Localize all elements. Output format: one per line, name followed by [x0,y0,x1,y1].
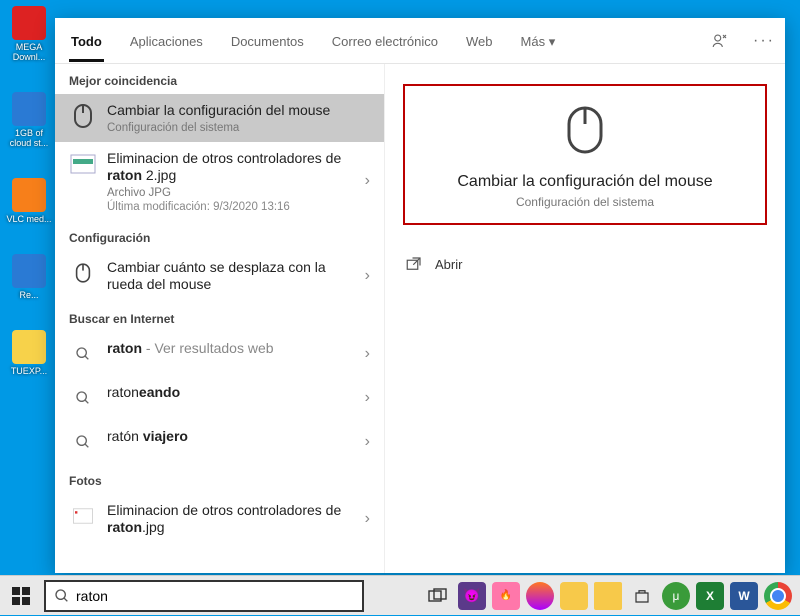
mouse-icon [415,104,755,161]
chevron-right-icon: › [365,172,370,190]
preview-title: Cambiar la configuración del mouse [415,173,755,191]
result-web[interactable]: raton - Ver resultados web › [55,332,384,376]
chevron-right-icon: › [365,389,370,407]
mouse-icon [69,102,97,130]
excel-icon[interactable]: X [696,582,724,610]
result-web[interactable]: ratoneando › [55,376,384,420]
task-view-icon[interactable] [424,582,452,610]
file-explorer-icon[interactable] [560,582,588,610]
action-label: Abrir [435,257,462,272]
feedback-icon[interactable] [711,32,729,50]
word-icon[interactable]: W [730,582,758,610]
search-box[interactable] [44,580,364,612]
utorrent-icon[interactable]: μ [662,582,690,610]
action-open[interactable]: Abrir [403,249,767,279]
chevron-right-icon: › [365,345,370,363]
tab-documentos[interactable]: Documentos [229,20,306,61]
chrome-icon[interactable] [764,582,792,610]
firefox-icon[interactable] [526,582,554,610]
desktop-icon[interactable]: MEGA Downl... [4,6,54,62]
taskbar-apps: 😈 🔥 μ X W [424,582,800,610]
desktop-icon[interactable]: Re... [4,254,54,300]
tab-mas[interactable]: Más ▾ [519,20,558,62]
image-file-icon [69,502,97,530]
store-icon[interactable] [628,582,656,610]
search-icon [69,428,97,456]
desktop-icon[interactable]: TUEXP... [4,330,54,376]
preview-card: Cambiar la configuración del mouse Confi… [403,84,767,225]
result-sub: Configuración del sistema [107,122,370,134]
search-icon [69,384,97,412]
more-icon[interactable]: ··· [753,32,771,50]
result-file[interactable]: Eliminacion de otros controladores de ra… [55,142,384,221]
result-sub: Archivo JPG [107,187,355,199]
image-file-icon [69,150,97,178]
chevron-down-icon: ▾ [549,34,556,49]
section-header: Buscar en Internet [55,302,384,332]
windows-icon [12,587,30,605]
taskbar: 😈 🔥 μ X W [0,575,800,615]
result-best-match[interactable]: Cambiar la configuración del mouse Confi… [55,94,384,142]
search-icon [54,588,70,604]
search-results-panel: Todo Aplicaciones Documentos Correo elec… [55,18,785,573]
result-title: Eliminacion de otros controladores de ra… [107,150,355,185]
tab-correo[interactable]: Correo electrónico [330,20,440,61]
result-meta: Última modificación: 9/3/2020 13:16 [107,201,355,213]
section-header: Mejor coincidencia [55,64,384,94]
tab-todo[interactable]: Todo [69,20,104,61]
results-list: Mejor coincidencia Cambiar la configurac… [55,64,385,573]
open-icon [405,255,423,273]
chevron-right-icon: › [365,267,370,285]
app-icon[interactable] [594,582,622,610]
desktop-icon[interactable]: VLC med... [4,178,54,224]
start-button[interactable] [0,576,42,616]
mouse-icon [69,259,97,287]
app-icon[interactable]: 😈 [458,582,486,610]
preview-pane: Cambiar la configuración del mouse Confi… [385,64,785,573]
search-tabs: Todo Aplicaciones Documentos Correo elec… [55,18,785,64]
result-web[interactable]: ratón viajero › [55,420,384,464]
desktop-icon[interactable]: 1GB of cloud st... [4,92,54,148]
search-icon [69,340,97,368]
tab-web[interactable]: Web [464,20,495,61]
result-title: Cambiar cuánto se desplaza con la rueda … [107,259,355,294]
preview-sub: Configuración del sistema [415,195,755,209]
tab-aplicaciones[interactable]: Aplicaciones [128,20,205,61]
result-photo[interactable]: Eliminacion de otros controladores de ra… [55,494,384,545]
result-title: Cambiar la configuración del mouse [107,102,370,120]
chevron-right-icon: › [365,510,370,528]
chevron-right-icon: › [365,433,370,451]
section-header: Fotos [55,464,384,494]
result-setting[interactable]: Cambiar cuánto se desplaza con la rueda … [55,251,384,302]
search-input[interactable] [76,588,354,604]
app-icon[interactable]: 🔥 [492,582,520,610]
section-header: Configuración [55,221,384,251]
desktop: MEGA Downl... 1GB of cloud st... VLC med… [0,0,55,575]
